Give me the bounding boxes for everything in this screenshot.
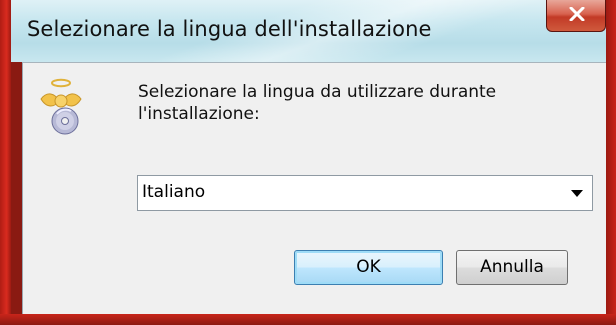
setup-angel-cd-icon bbox=[40, 78, 82, 135]
ok-button[interactable]: OK bbox=[294, 250, 443, 285]
window-frame-left bbox=[0, 0, 11, 325]
language-select-value: Italiano bbox=[142, 182, 206, 202]
language-select[interactable]: Italiano bbox=[137, 175, 593, 211]
close-button[interactable] bbox=[546, 0, 606, 32]
title-bar[interactable]: Selezionare la lingua dell'installazione bbox=[11, 0, 606, 62]
chevron-down-icon[interactable] bbox=[571, 190, 583, 197]
close-icon bbox=[569, 7, 585, 21]
dialog-body: Selezionare la lingua da utilizzare dura… bbox=[22, 62, 606, 314]
window-title: Selezionare la lingua dell'installazione bbox=[27, 17, 432, 41]
cancel-button[interactable]: Annulla bbox=[456, 250, 568, 285]
window-frame-bottom bbox=[0, 314, 616, 325]
language-prompt: Selezionare la lingua da utilizzare dura… bbox=[138, 82, 497, 124]
window-frame-right bbox=[606, 0, 616, 325]
